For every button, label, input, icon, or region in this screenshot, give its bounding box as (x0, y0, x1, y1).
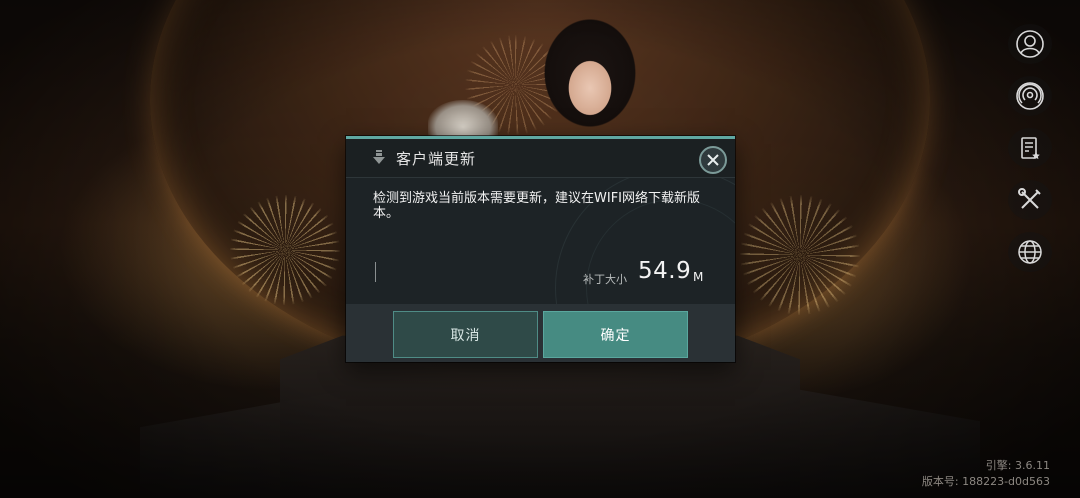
side-menu (1008, 24, 1052, 272)
broadcast-button[interactable] (1008, 76, 1052, 116)
cancel-button[interactable]: 取消 (393, 311, 538, 358)
globe-icon (1018, 240, 1042, 264)
update-message: 检测到游戏当前版本需要更新，建议在WIFI网络下载新版本。 (373, 191, 700, 221)
dialog-footer: 取消 确定 (346, 304, 735, 362)
build-version: 版本号: 188223-d0d563 (921, 475, 1050, 488)
broadcast-icon (1016, 82, 1044, 110)
confirm-button[interactable]: 确定 (543, 311, 688, 358)
notice-button[interactable] (1008, 128, 1052, 168)
user-account-icon (1016, 30, 1044, 58)
engine-version: 引擎: 3.6.11 (985, 459, 1050, 472)
patch-size-value: 54.9 (638, 258, 692, 284)
tools-icon (1018, 188, 1041, 209)
close-button[interactable] (699, 146, 727, 174)
version-info: 引擎: 3.6.11 版本号: 188223-d0d563 (922, 458, 1050, 490)
patch-size-label: 补丁大小 (583, 273, 627, 286)
dialog-title: 客户端更新 (396, 149, 477, 168)
globe-button[interactable] (1008, 232, 1052, 272)
close-icon (707, 154, 719, 166)
download-icon (373, 150, 385, 164)
patch-size-unit: M (693, 270, 704, 284)
divider (375, 262, 376, 282)
client-update-dialog: 客户端更新 检测到游戏当前版本需要更新，建议在WIFI网络下载新版本。 补丁大小… (346, 136, 735, 362)
notice-icon (1021, 137, 1040, 160)
user-account-button[interactable] (1008, 24, 1052, 64)
tools-button[interactable] (1008, 180, 1052, 220)
dialog-body: 检测到游戏当前版本需要更新，建议在WIFI网络下载新版本。 补丁大小 54.9 … (346, 178, 735, 304)
dialog-header: 客户端更新 (346, 139, 735, 178)
